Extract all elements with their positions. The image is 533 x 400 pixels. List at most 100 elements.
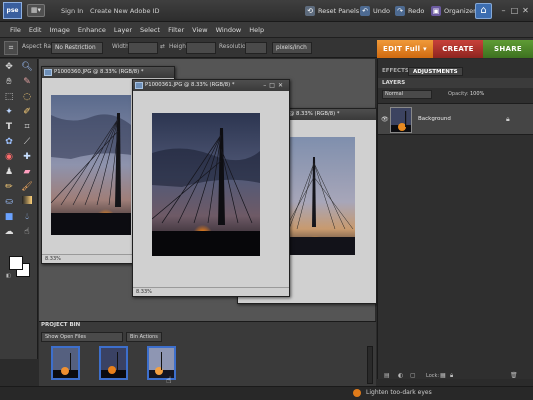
height-field[interactable] <box>186 42 216 54</box>
create-tab[interactable]: CREATE <box>433 40 483 58</box>
lock-all-icon[interactable]: 🔒︎ <box>450 372 453 380</box>
foreground-color-swatch[interactable] <box>9 256 23 270</box>
bin-actions-button[interactable]: Bin Actions <box>126 332 162 342</box>
opacity-label: Opacity: <box>448 91 469 97</box>
share-tab[interactable]: SHARE <box>483 40 533 58</box>
document-2-image[interactable] <box>152 113 260 256</box>
maximize-button[interactable]: □ <box>510 6 519 15</box>
mask-icon[interactable]: ▢ <box>410 372 416 379</box>
organizer-button[interactable]: ▣ Organizer <box>431 4 476 18</box>
view-options-button[interactable]: ▦▾ <box>27 4 45 17</box>
bin-thumbnail-3[interactable] <box>147 346 176 380</box>
document-2-window-controls[interactable]: –□✕ <box>263 80 286 91</box>
status-tip[interactable]: Lighten too-dark eyes <box>366 389 432 396</box>
new-layer-icon[interactable]: ▤ <box>384 372 390 379</box>
cookie-cutter-icon[interactable]: ✿ <box>3 136 15 148</box>
undo-button[interactable]: ↶ Undo <box>360 4 390 18</box>
redo-button[interactable]: ↷ Redo <box>395 4 424 18</box>
visibility-eye-icon[interactable]: 👁︎ <box>381 116 389 123</box>
project-bin-title: PROJECT BIN <box>41 322 81 328</box>
thumbnail-3-image <box>149 348 174 378</box>
quick-selection-icon[interactable]: ✐ <box>21 106 33 118</box>
create-adobe-id-link[interactable]: Create New Adobe ID <box>90 7 159 15</box>
menu-image[interactable]: Image <box>45 26 73 34</box>
move-icon[interactable]: ✥ <box>3 61 15 73</box>
home-icon: ⌂ <box>480 5 487 16</box>
opacity-value[interactable]: 100% <box>470 91 484 97</box>
app-logo: pse <box>3 2 22 19</box>
document-window-2[interactable]: P1000361.JPG @ 8.33% (RGB/8) * –□✕ 8.33% <box>132 79 290 297</box>
width-field[interactable] <box>128 42 158 54</box>
document-1-title-bar[interactable]: P1000360.JPG @ 8.33% (RGB/8) * <box>42 67 174 78</box>
layers-panel-header: LAYERS <box>378 78 533 88</box>
eraser-icon[interactable]: ▰ <box>21 166 33 178</box>
crop-tool-preset-icon[interactable]: ⌗ <box>4 41 18 55</box>
organizer-label: Organizer <box>444 7 476 15</box>
magic-wand-icon[interactable]: ✦ <box>3 106 15 118</box>
tab-adjustments[interactable]: ADJUSTMENTS <box>408 67 463 76</box>
document-icon <box>44 69 52 76</box>
document-3-image[interactable] <box>285 137 355 255</box>
clone-stamp-icon[interactable]: ♟ <box>3 166 15 178</box>
marquee-icon[interactable]: ⬚ <box>3 91 15 103</box>
shape-icon[interactable]: ■ <box>3 211 15 223</box>
crop-icon[interactable]: ⌗ <box>21 121 33 133</box>
edit-full-tab[interactable]: EDIT Full ▾ <box>377 40 433 58</box>
paint-bucket-icon[interactable]: ⛀ <box>3 196 15 208</box>
edit-full-label: EDIT Full <box>383 45 421 53</box>
hand-icon[interactable]: ✋︎ <box>3 76 15 88</box>
zoom-icon[interactable]: 🔍︎ <box>21 61 33 73</box>
reset-panels-icon: ⟲ <box>305 6 315 16</box>
eyedropper-icon[interactable]: ✎ <box>21 76 33 88</box>
reset-panels-button[interactable]: ⟲ Reset Panels <box>305 4 359 18</box>
delete-layer-icon[interactable]: 🗑︎ <box>510 372 518 379</box>
menu-file[interactable]: File <box>6 26 25 34</box>
menu-help[interactable]: Help <box>245 26 268 34</box>
blend-mode-dropdown[interactable]: Normal <box>382 90 432 99</box>
layer-row-background[interactable]: 👁︎ Background 🔒︎ <box>378 103 533 135</box>
menu-layer[interactable]: Layer <box>110 26 136 34</box>
red-eye-icon[interactable]: ◉ <box>3 151 15 163</box>
show-open-files-dropdown[interactable]: Show Open Files <box>41 332 123 342</box>
healing-icon[interactable]: ✚ <box>21 151 33 163</box>
undo-label: Undo <box>373 7 390 15</box>
brush-icon[interactable]: 🖌︎ <box>21 181 33 193</box>
adjustment-layer-icon[interactable]: ◐ <box>398 372 403 379</box>
resolution-unit-dropdown[interactable]: pixels/inch <box>272 42 312 54</box>
type-icon[interactable]: T <box>3 121 15 133</box>
close-button[interactable]: ✕ <box>521 6 530 15</box>
layer-name: Background <box>418 116 451 122</box>
sponge-icon[interactable]: ☁ <box>3 226 15 238</box>
bin-scrollbar[interactable] <box>367 346 373 384</box>
menu-select[interactable]: Select <box>136 26 164 34</box>
gradient-icon[interactable] <box>21 196 33 208</box>
project-bin: PROJECT BIN Show Open Files Bin Actions <box>39 321 376 386</box>
mouse-cursor-icon: ☝︎ <box>166 376 172 386</box>
menu-enhance[interactable]: Enhance <box>74 26 110 34</box>
document-2-title-bar[interactable]: P1000361.JPG @ 8.33% (RGB/8) * –□✕ <box>133 80 289 91</box>
bin-thumbnail-1[interactable] <box>51 346 80 380</box>
minimize-button[interactable]: – <box>499 6 508 15</box>
pencil-icon[interactable]: ✏ <box>3 181 15 193</box>
smudge-icon[interactable]: ☝ <box>21 226 33 238</box>
resolution-field[interactable] <box>245 42 267 54</box>
bin-thumbnail-2[interactable] <box>99 346 128 380</box>
photo-3 <box>285 137 355 255</box>
document-1-image[interactable] <box>51 95 131 235</box>
menu-filter[interactable]: Filter <box>164 26 188 34</box>
home-button[interactable]: ⌂ <box>475 3 492 19</box>
straighten-icon[interactable]: ⟋ <box>21 136 33 148</box>
panel-bin: EFFECTS ADJUSTMENTS LAYERS Normal Opacit… <box>377 59 533 379</box>
menu-edit[interactable]: Edit <box>25 26 46 34</box>
swap-icon[interactable]: ⇄ <box>160 44 165 50</box>
menu-view[interactable]: View <box>188 26 211 34</box>
blur-icon[interactable]: 💧︎ <box>21 211 33 223</box>
title-bar: pse ▦▾ Sign In Create New Adobe ID ⟲ Res… <box>0 0 533 22</box>
lasso-icon[interactable]: ◌ <box>21 91 33 103</box>
menu-window[interactable]: Window <box>212 26 246 34</box>
sign-in-link[interactable]: Sign In <box>61 7 83 15</box>
lock-transparency-icon[interactable]: ▦ <box>440 372 446 379</box>
default-colors-icon[interactable]: ◧ <box>6 273 11 279</box>
aspect-ratio-dropdown[interactable]: No Restriction <box>51 42 103 54</box>
document-icon <box>135 82 143 89</box>
